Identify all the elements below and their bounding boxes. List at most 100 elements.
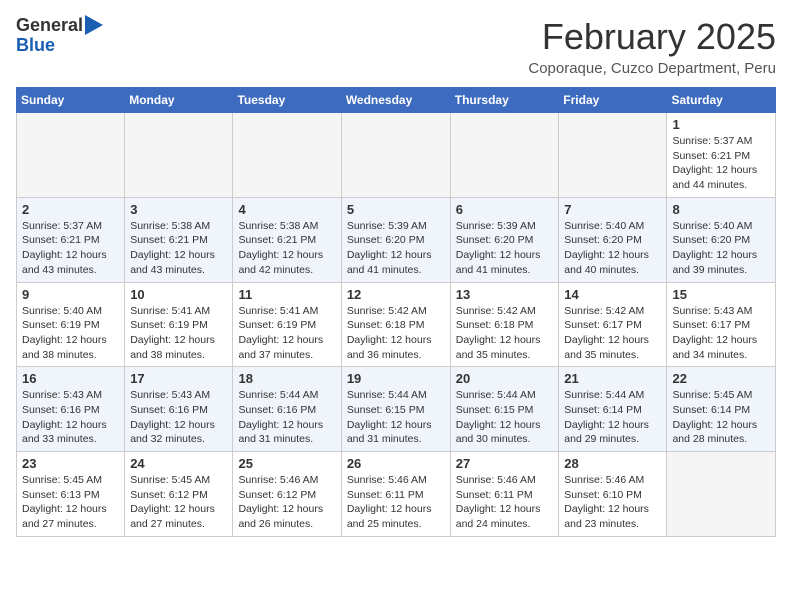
day-number: 22 <box>672 371 770 386</box>
calendar-cell <box>559 113 667 198</box>
day-info: Sunrise: 5:38 AMSunset: 6:21 PMDaylight:… <box>238 219 335 278</box>
day-number: 7 <box>564 202 661 217</box>
calendar-cell <box>667 452 776 537</box>
day-number: 6 <box>456 202 554 217</box>
day-number: 21 <box>564 371 661 386</box>
calendar-cell: 24 Sunrise: 5:45 AMSunset: 6:12 PMDayligh… <box>125 452 233 537</box>
calendar-cell: 3 Sunrise: 5:38 AMSunset: 6:21 PMDaylight… <box>125 197 233 282</box>
day-info: Sunrise: 5:40 AMSunset: 6:20 PMDaylight:… <box>564 219 661 278</box>
day-number: 1 <box>672 117 770 132</box>
calendar-cell: 1 Sunrise: 5:37 AMSunset: 6:21 PMDaylight… <box>667 113 776 198</box>
day-number: 14 <box>564 287 661 302</box>
day-info: Sunrise: 5:46 AMSunset: 6:11 PMDaylight:… <box>347 473 445 532</box>
day-number: 18 <box>238 371 335 386</box>
day-number: 4 <box>238 202 335 217</box>
title-area: February 2025 Coporaque, Cuzco Departmen… <box>528 16 776 77</box>
location-title: Coporaque, Cuzco Department, Peru <box>528 60 776 77</box>
calendar-cell: 17 Sunrise: 5:43 AMSunset: 6:16 PMDayligh… <box>125 367 233 452</box>
day-info: Sunrise: 5:46 AMSunset: 6:11 PMDaylight:… <box>456 473 554 532</box>
day-info: Sunrise: 5:41 AMSunset: 6:19 PMDaylight:… <box>130 304 227 363</box>
logo-text-blue: Blue <box>16 36 55 56</box>
calendar-cell: 11 Sunrise: 5:41 AMSunset: 6:19 PMDayligh… <box>233 282 341 367</box>
day-number: 28 <box>564 456 661 471</box>
day-info: Sunrise: 5:37 AMSunset: 6:21 PMDaylight:… <box>672 134 770 193</box>
calendar-cell: 6 Sunrise: 5:39 AMSunset: 6:20 PMDaylight… <box>450 197 559 282</box>
col-header-sunday: Sunday <box>17 88 125 113</box>
col-header-thursday: Thursday <box>450 88 559 113</box>
day-info: Sunrise: 5:45 AMSunset: 6:12 PMDaylight:… <box>130 473 227 532</box>
day-info: Sunrise: 5:40 AMSunset: 6:20 PMDaylight:… <box>672 219 770 278</box>
calendar-cell: 14 Sunrise: 5:42 AMSunset: 6:17 PMDayligh… <box>559 282 667 367</box>
calendar-cell: 28 Sunrise: 5:46 AMSunset: 6:10 PMDayligh… <box>559 452 667 537</box>
calendar-cell: 22 Sunrise: 5:45 AMSunset: 6:14 PMDayligh… <box>667 367 776 452</box>
calendar-cell <box>17 113 125 198</box>
calendar-week-row: 16 Sunrise: 5:43 AMSunset: 6:16 PMDayligh… <box>17 367 776 452</box>
calendar-cell: 5 Sunrise: 5:39 AMSunset: 6:20 PMDaylight… <box>341 197 450 282</box>
day-info: Sunrise: 5:44 AMSunset: 6:15 PMDaylight:… <box>456 388 554 447</box>
col-header-friday: Friday <box>559 88 667 113</box>
calendar-cell: 19 Sunrise: 5:44 AMSunset: 6:15 PMDayligh… <box>341 367 450 452</box>
day-number: 25 <box>238 456 335 471</box>
calendar-week-row: 9Sunrise: 5:40 AMSunset: 6:19 PMDaylight… <box>17 282 776 367</box>
day-info: Sunrise: 5:42 AMSunset: 6:17 PMDaylight:… <box>564 304 661 363</box>
day-info: Sunrise: 5:39 AMSunset: 6:20 PMDaylight:… <box>456 219 554 278</box>
day-info: Sunrise: 5:43 AMSunset: 6:17 PMDaylight:… <box>672 304 770 363</box>
day-info: Sunrise: 5:46 AMSunset: 6:10 PMDaylight:… <box>564 473 661 532</box>
day-info: Sunrise: 5:39 AMSunset: 6:20 PMDaylight:… <box>347 219 445 278</box>
calendar-cell <box>233 113 341 198</box>
day-number: 24 <box>130 456 227 471</box>
col-header-monday: Monday <box>125 88 233 113</box>
day-number: 17 <box>130 371 227 386</box>
calendar-cell: 23 Sunrise: 5:45 AMSunset: 6:13 PMDayligh… <box>17 452 125 537</box>
day-number: 19 <box>347 371 445 386</box>
day-number: 15 <box>672 287 770 302</box>
day-number: 27 <box>456 456 554 471</box>
col-header-saturday: Saturday <box>667 88 776 113</box>
day-number: 10 <box>130 287 227 302</box>
calendar-cell: 4 Sunrise: 5:38 AMSunset: 6:21 PMDaylight… <box>233 197 341 282</box>
calendar-cell: 27 Sunrise: 5:46 AMSunset: 6:11 PMDayligh… <box>450 452 559 537</box>
calendar-week-row: 23 Sunrise: 5:45 AMSunset: 6:13 PMDayligh… <box>17 452 776 537</box>
calendar-cell: 15 Sunrise: 5:43 AMSunset: 6:17 PMDayligh… <box>667 282 776 367</box>
logo-triangle-icon <box>85 15 103 35</box>
calendar-cell <box>450 113 559 198</box>
day-number: 16 <box>22 371 119 386</box>
day-number: 12 <box>347 287 445 302</box>
day-info: Sunrise: 5:41 AMSunset: 6:19 PMDaylight:… <box>238 304 335 363</box>
page-header: General Blue February 2025 Coporaque, Cu… <box>16 16 776 77</box>
calendar-cell: 9Sunrise: 5:40 AMSunset: 6:19 PMDaylight… <box>17 282 125 367</box>
day-number: 8 <box>672 202 770 217</box>
col-header-wednesday: Wednesday <box>341 88 450 113</box>
day-number: 13 <box>456 287 554 302</box>
calendar-header-row: SundayMondayTuesdayWednesdayThursdayFrid… <box>17 88 776 113</box>
day-info: Sunrise: 5:44 AMSunset: 6:14 PMDaylight:… <box>564 388 661 447</box>
calendar-week-row: 2Sunrise: 5:37 AMSunset: 6:21 PMDaylight… <box>17 197 776 282</box>
calendar-cell: 10 Sunrise: 5:41 AMSunset: 6:19 PMDayligh… <box>125 282 233 367</box>
day-info: Sunrise: 5:45 AMSunset: 6:13 PMDaylight:… <box>22 473 119 532</box>
day-number: 3 <box>130 202 227 217</box>
col-header-tuesday: Tuesday <box>233 88 341 113</box>
month-title: February 2025 <box>528 16 776 58</box>
day-number: 11 <box>238 287 335 302</box>
logo: General Blue <box>16 16 103 56</box>
day-info: Sunrise: 5:44 AMSunset: 6:15 PMDaylight:… <box>347 388 445 447</box>
calendar-cell: 12Sunrise: 5:42 AMSunset: 6:18 PMDayligh… <box>341 282 450 367</box>
day-number: 5 <box>347 202 445 217</box>
day-info: Sunrise: 5:37 AMSunset: 6:21 PMDaylight:… <box>22 219 119 278</box>
day-info: Sunrise: 5:42 AMSunset: 6:18 PMDaylight:… <box>456 304 554 363</box>
day-info: Sunrise: 5:45 AMSunset: 6:14 PMDaylight:… <box>672 388 770 447</box>
calendar-cell <box>341 113 450 198</box>
calendar-cell: 25 Sunrise: 5:46 AMSunset: 6:12 PMDayligh… <box>233 452 341 537</box>
calendar-cell <box>125 113 233 198</box>
day-info: Sunrise: 5:43 AMSunset: 6:16 PMDaylight:… <box>130 388 227 447</box>
day-number: 20 <box>456 371 554 386</box>
calendar-cell: 13 Sunrise: 5:42 AMSunset: 6:18 PMDayligh… <box>450 282 559 367</box>
day-number: 26 <box>347 456 445 471</box>
calendar-cell: 21 Sunrise: 5:44 AMSunset: 6:14 PMDayligh… <box>559 367 667 452</box>
calendar-cell: 16Sunrise: 5:43 AMSunset: 6:16 PMDayligh… <box>17 367 125 452</box>
calendar-cell: 18Sunrise: 5:44 AMSunset: 6:16 PMDayligh… <box>233 367 341 452</box>
day-info: Sunrise: 5:46 AMSunset: 6:12 PMDaylight:… <box>238 473 335 532</box>
day-number: 23 <box>22 456 119 471</box>
calendar-cell: 26 Sunrise: 5:46 AMSunset: 6:11 PMDayligh… <box>341 452 450 537</box>
day-info: Sunrise: 5:38 AMSunset: 6:21 PMDaylight:… <box>130 219 227 278</box>
